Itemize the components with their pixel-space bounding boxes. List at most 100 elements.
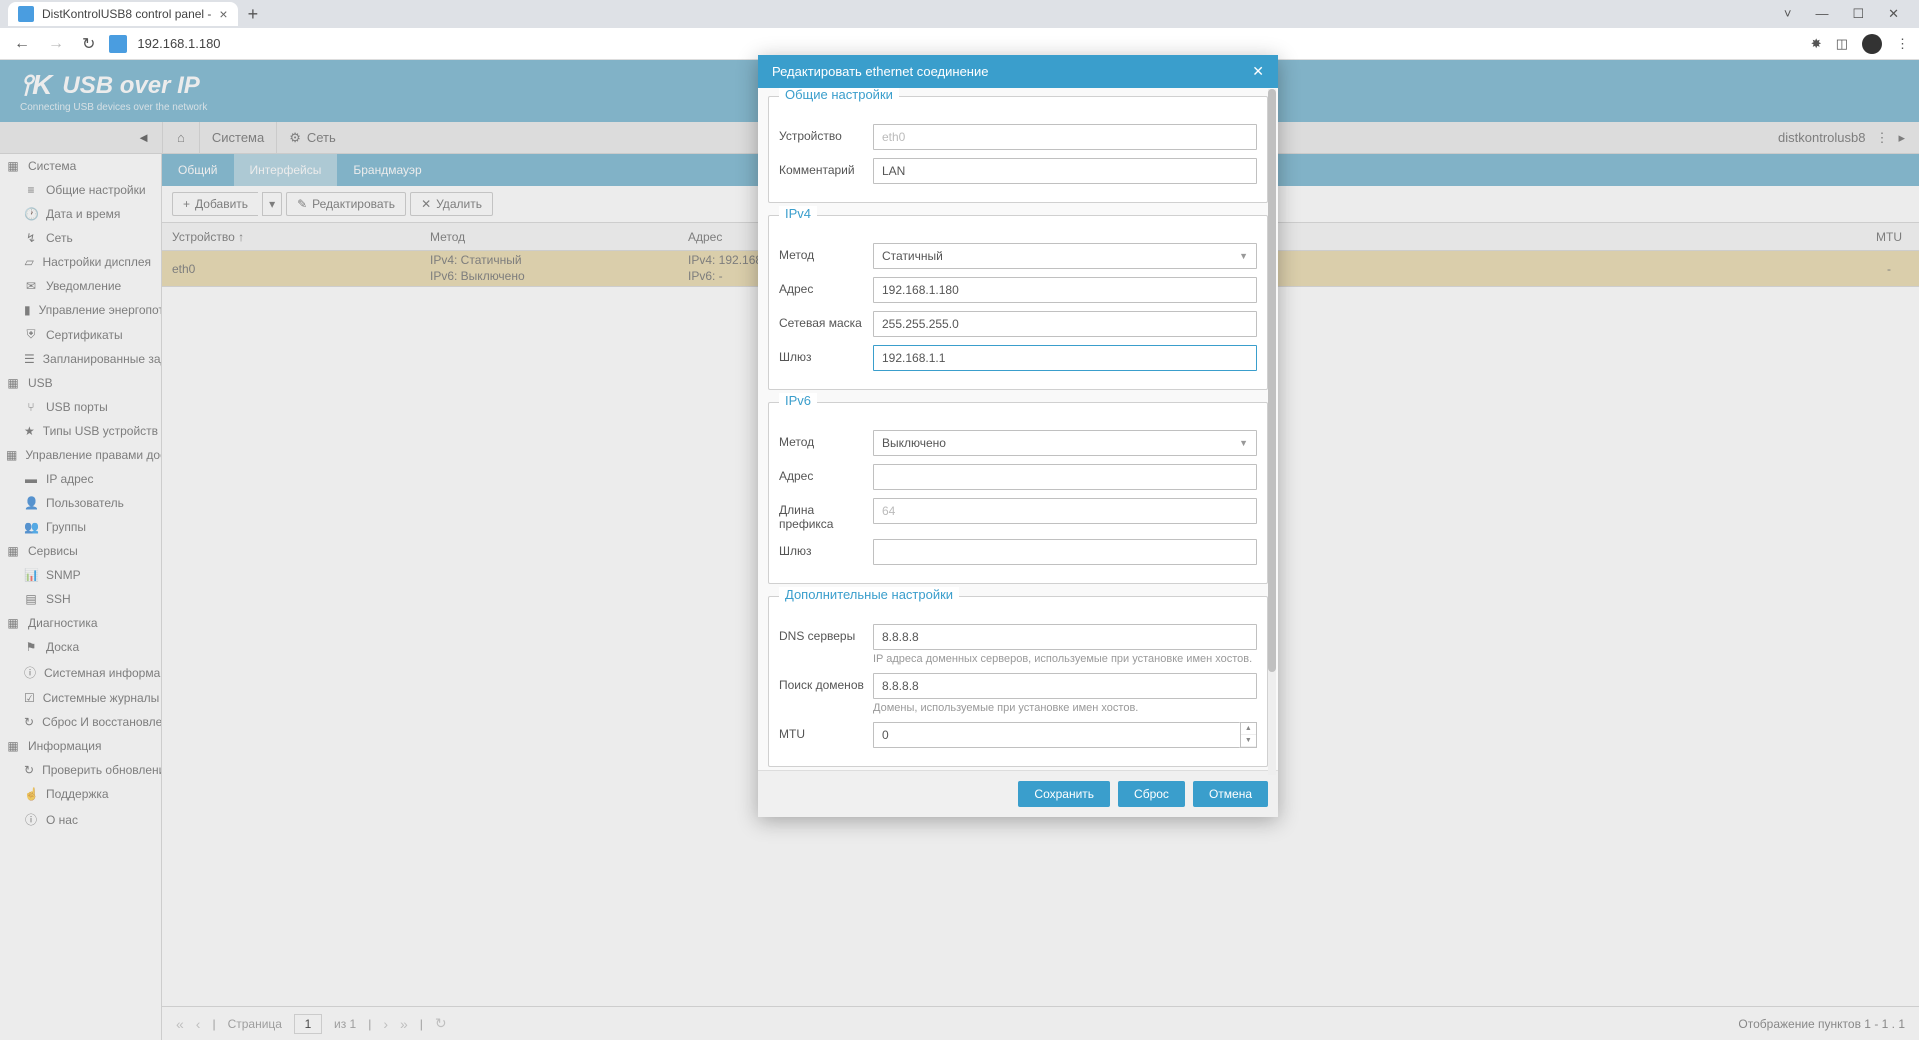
tab-firewall[interactable]: Брандмауэр bbox=[337, 154, 437, 186]
sort-asc-icon: ↑ bbox=[238, 230, 244, 244]
sidebar-system[interactable]: ▦Система bbox=[0, 154, 161, 178]
extensions-icon[interactable]: ✸ bbox=[1811, 36, 1822, 52]
ipv4-addr-input[interactable] bbox=[873, 277, 1257, 303]
window-close-icon[interactable]: ✕ bbox=[1888, 6, 1899, 22]
sidebar-support[interactable]: ☝Поддержка bbox=[0, 782, 161, 806]
breadcrumb-network[interactable]: ⚙ Сеть bbox=[276, 122, 348, 153]
sidebar-network[interactable]: ↯Сеть bbox=[0, 226, 161, 250]
save-button[interactable]: Сохранить bbox=[1018, 781, 1110, 807]
sidebar-info[interactable]: ▦Информация bbox=[0, 734, 161, 758]
back-icon[interactable]: ← bbox=[10, 35, 34, 53]
fieldset-general: Общие настройки Устройство Комментарий bbox=[768, 96, 1268, 203]
sidebar-datetime[interactable]: 🕐Дата и время bbox=[0, 202, 161, 226]
add-button[interactable]: +Добавить bbox=[172, 192, 258, 216]
sidebar-groups[interactable]: 👥Группы bbox=[0, 515, 161, 539]
sidebar-sysinfo[interactable]: ⓘСистемная информация bbox=[0, 659, 161, 686]
next-page-icon[interactable]: › bbox=[383, 1016, 388, 1032]
dialog-close-icon[interactable]: ✕ bbox=[1252, 63, 1264, 80]
spin-down-icon[interactable]: ▼ bbox=[1241, 735, 1256, 747]
cell-mtu: - bbox=[1859, 262, 1919, 276]
sidebar-collapse-button[interactable]: ◄ bbox=[0, 130, 162, 145]
ipv4-mask-input[interactable] bbox=[873, 311, 1257, 337]
breadcrumb-home[interactable]: ⌂ bbox=[162, 122, 199, 153]
sidebar-services[interactable]: ▦Сервисы bbox=[0, 539, 161, 563]
sidebar-power[interactable]: ▮Управление энергопотреблением bbox=[0, 298, 161, 322]
col-method[interactable]: Метод bbox=[420, 230, 678, 244]
mtu-input[interactable] bbox=[873, 722, 1240, 748]
tab-interfaces[interactable]: Интерфейсы bbox=[234, 154, 338, 186]
col-mtu[interactable]: MTU bbox=[1859, 230, 1919, 244]
sidebar-usbtypes[interactable]: ★Типы USB устройств bbox=[0, 419, 161, 443]
sidebar-notify[interactable]: ✉Уведомление bbox=[0, 274, 161, 298]
site-favicon bbox=[109, 35, 127, 53]
label-ipv6-prefix: Длина префикса bbox=[779, 498, 865, 531]
cancel-button[interactable]: Отмена bbox=[1193, 781, 1268, 807]
sidebar-usb[interactable]: ▦USB bbox=[0, 371, 161, 395]
home-icon: ⌂ bbox=[177, 130, 185, 145]
new-tab-button[interactable]: + bbox=[238, 4, 269, 25]
dialog-scrollbar[interactable] bbox=[1268, 89, 1276, 775]
sidebar-display[interactable]: ▱Настройки дисплея bbox=[0, 250, 161, 274]
edit-icon: ☑ bbox=[24, 691, 35, 705]
panel-icon[interactable]: ◫ bbox=[1836, 36, 1848, 52]
dialog-header[interactable]: Редактировать ethernet соединение ✕ bbox=[758, 55, 1278, 88]
dns-hint: IP адреса доменных серверов, используемы… bbox=[873, 653, 1257, 665]
browser-tab[interactable]: DistKontrolUSB8 control panel - × bbox=[8, 2, 238, 26]
cell-method: IPv4: Статичный IPv6: Выключено bbox=[420, 253, 678, 284]
delete-button[interactable]: ✕Удалить bbox=[410, 192, 493, 216]
prev-page-icon[interactable]: ‹ bbox=[196, 1016, 201, 1032]
sidebar-general[interactable]: ≡Общие настройки bbox=[0, 178, 161, 202]
window-minimize-icon[interactable]: — bbox=[1815, 6, 1828, 22]
breadcrumb-system[interactable]: Система bbox=[199, 122, 276, 153]
reload-icon[interactable]: ↻ bbox=[78, 34, 99, 54]
cell-device: eth0 bbox=[162, 262, 420, 276]
reset-button[interactable]: Сброс bbox=[1118, 781, 1185, 807]
edit-button[interactable]: ✎Редактировать bbox=[286, 192, 406, 216]
legend-general: Общие настройки bbox=[779, 88, 899, 102]
ipv4-method-select[interactable]: Статичный▼ bbox=[873, 243, 1257, 269]
sidebar-diag[interactable]: ▦Диагностика bbox=[0, 611, 161, 635]
col-device[interactable]: Устройство ↑ bbox=[162, 230, 420, 244]
sidebar-snmp[interactable]: 📊SNMP bbox=[0, 563, 161, 587]
hdd-icon: ▦ bbox=[6, 159, 20, 173]
refresh-icon[interactable]: ↻ bbox=[435, 1015, 447, 1032]
sidebar-syslog[interactable]: ☑Системные журналы bbox=[0, 686, 161, 710]
chart-icon: 📊 bbox=[24, 568, 38, 582]
sidebar-update[interactable]: ↻Проверить обновления bbox=[0, 758, 161, 782]
ipv4-gw-input[interactable] bbox=[873, 345, 1257, 371]
hdd-icon: ▦ bbox=[6, 448, 17, 462]
mtu-spinner[interactable]: ▲▼ bbox=[873, 722, 1257, 748]
chevron-down-icon[interactable]: ˅ bbox=[1784, 6, 1792, 22]
chevron-down-icon: ▼ bbox=[1239, 251, 1248, 261]
page-input[interactable] bbox=[294, 1014, 322, 1034]
sidebar-access[interactable]: ▦Управление правами доступа bbox=[0, 443, 161, 467]
sidebar-reset[interactable]: ↻Сброс И восстановление bbox=[0, 710, 161, 734]
refresh-icon: ↻ bbox=[24, 763, 34, 777]
menu-icon[interactable]: ⋮ bbox=[1896, 36, 1909, 52]
tab-general[interactable]: Общий bbox=[162, 154, 234, 186]
last-page-icon[interactable]: » bbox=[400, 1016, 408, 1032]
first-page-icon[interactable]: « bbox=[176, 1016, 184, 1032]
profile-avatar[interactable] bbox=[1862, 34, 1882, 54]
ipv6-method-select[interactable]: Выключено▼ bbox=[873, 430, 1257, 456]
sidebar-ip[interactable]: ▬IP адрес bbox=[0, 467, 161, 491]
comment-input[interactable] bbox=[873, 158, 1257, 184]
sidebar-board[interactable]: ⚑Доска bbox=[0, 635, 161, 659]
pager: « ‹ | Страница из 1 | › » | ↻ Отображени… bbox=[162, 1006, 1919, 1040]
scrollbar-thumb[interactable] bbox=[1268, 89, 1276, 672]
sidebar-certs[interactable]: ⛨Сертификаты bbox=[0, 322, 161, 347]
window-maximize-icon[interactable]: ☐ bbox=[1852, 6, 1864, 22]
sidebar-user[interactable]: 👤Пользователь bbox=[0, 491, 161, 515]
add-dropdown-button[interactable]: ▾ bbox=[262, 192, 282, 216]
search-domains-input[interactable] bbox=[873, 673, 1257, 699]
tab-close-icon[interactable]: × bbox=[219, 6, 227, 22]
sidebar-about[interactable]: ⓘО нас bbox=[0, 806, 161, 833]
url-text[interactable]: 192.168.1.180 bbox=[137, 36, 1800, 51]
battery-icon: ▮ bbox=[24, 303, 31, 317]
sidebar-ssh[interactable]: ▤SSH bbox=[0, 587, 161, 611]
spin-up-icon[interactable]: ▲ bbox=[1241, 723, 1256, 735]
sidebar-tasks[interactable]: ☰Запланированные задания bbox=[0, 347, 161, 371]
dns-input[interactable] bbox=[873, 624, 1257, 650]
user-menu[interactable]: distkontrolusb8 ⋮ ▸ bbox=[1764, 130, 1919, 146]
sidebar-usbports[interactable]: ⑂USB порты bbox=[0, 395, 161, 419]
